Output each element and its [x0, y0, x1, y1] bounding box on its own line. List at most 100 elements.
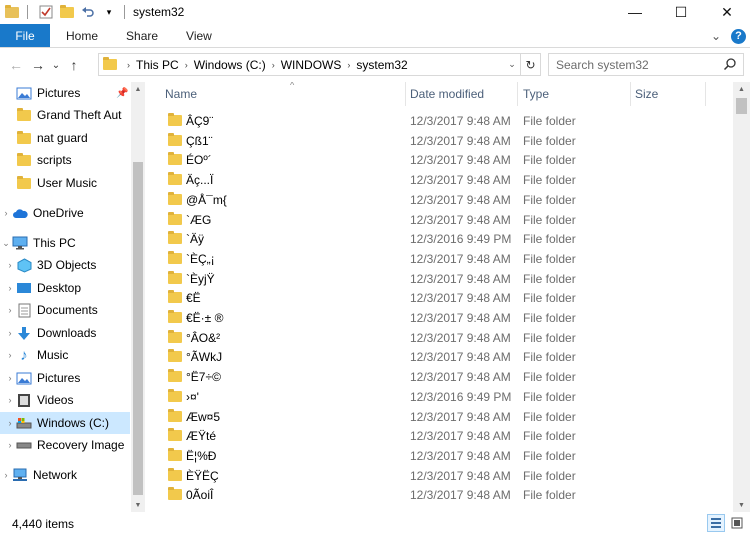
nav-item-downloads[interactable]: › Downloads — [0, 322, 130, 344]
undo-icon[interactable] — [79, 2, 97, 22]
nav-item-scripts[interactable]: scripts — [0, 149, 130, 171]
nav-item-onedrive[interactable]: › OneDrive — [0, 202, 130, 224]
large-icons-view-icon[interactable] — [728, 514, 746, 532]
maximize-button[interactable]: ☐ — [658, 0, 704, 24]
breadcrumb-windows-c[interactable]: Windows (C:) — [194, 58, 266, 72]
table-row[interactable]: `Äÿ 12/3/2016 9:49 PM File folder — [146, 229, 736, 249]
table-row[interactable]: ÆŸté 12/3/2017 9:48 AM File folder — [146, 426, 736, 446]
table-row[interactable]: 0ÃoiÎ 12/3/2017 9:48 AM File folder — [146, 485, 736, 505]
chevron-down-icon[interactable]: ⌄ — [0, 238, 12, 249]
chevron-right-icon[interactable]: › — [0, 470, 12, 480]
column-header-date-modified[interactable]: Date modified — [405, 82, 517, 106]
nav-item-3d-objects[interactable]: › 3D Objects — [0, 254, 130, 276]
breadcrumb-windows[interactable]: WINDOWS — [281, 58, 342, 72]
table-row[interactable]: Ë¦%Ð 12/3/2017 9:48 AM File folder — [146, 446, 736, 466]
search-icon[interactable] — [723, 57, 737, 71]
help-icon[interactable]: ? — [731, 28, 746, 44]
search-input[interactable]: Search system32 — [548, 53, 744, 76]
tab-view[interactable]: View — [172, 24, 226, 47]
folder-icon — [168, 408, 182, 422]
chevron-right-icon[interactable]: › — [4, 350, 16, 360]
new-folder-icon[interactable] — [58, 2, 76, 22]
scrollbar-thumb[interactable] — [133, 162, 143, 495]
table-row[interactable]: Äç...Ï 12/3/2017 9:48 AM File folder — [146, 170, 736, 190]
scrollbar-thumb[interactable] — [736, 98, 747, 114]
scroll-down-icon[interactable]: ▼ — [733, 498, 750, 512]
file-list-scrollbar[interactable]: ▲ ▼ — [733, 82, 750, 512]
chevron-right-icon[interactable]: › — [4, 373, 16, 383]
customize-toolbar-icon[interactable]: ▾ — [100, 2, 118, 22]
nav-item-grand-theft-auto[interactable]: Grand Theft Aut — [0, 104, 130, 126]
close-button[interactable]: ✕ — [704, 0, 750, 24]
chevron-right-icon[interactable]: › — [4, 260, 16, 270]
recent-locations-button[interactable]: ⌄ — [49, 53, 63, 77]
column-header-type[interactable]: Type — [518, 82, 630, 106]
table-row[interactable]: Æw¤5 12/3/2017 9:48 AM File folder — [146, 407, 736, 427]
breadcrumb-separator[interactable]: › — [347, 60, 350, 70]
nav-item-pictures-quick[interactable]: Pictures 📌 — [0, 82, 130, 104]
scroll-down-icon[interactable]: ▼ — [131, 498, 145, 512]
chevron-right-icon[interactable]: › — [4, 283, 16, 293]
column-header-size[interactable]: Size — [630, 82, 706, 106]
table-row[interactable]: °Ë7÷© 12/3/2017 9:48 AM File folder — [146, 367, 736, 387]
nav-item-videos[interactable]: › Videos — [0, 389, 130, 411]
nav-item-this-pc[interactable]: ⌄ This PC — [0, 232, 130, 254]
nav-item-documents[interactable]: › Documents — [0, 299, 130, 321]
folder-icon — [168, 369, 182, 383]
chevron-right-icon[interactable]: › — [4, 395, 16, 405]
desktop-icon — [16, 281, 32, 295]
breadcrumb-this-pc[interactable]: This PC — [136, 58, 179, 72]
nav-item-desktop[interactable]: › Desktop — [0, 277, 130, 299]
table-row[interactable]: @Å¯m{12/3/2017 9:48 AM File folder — [146, 190, 736, 210]
expand-ribbon-icon[interactable]: ⌄ — [711, 29, 721, 43]
table-row[interactable]: ÈŸËÇ 12/3/2017 9:48 AM File folder — [146, 466, 736, 486]
address-bar[interactable]: › This PC › Windows (C:) › WINDOWS › sys… — [98, 53, 541, 76]
tab-home[interactable]: Home — [50, 24, 112, 47]
table-row[interactable]: ÂÇ9¨ 12/3/2017 9:48 AM File folder — [146, 111, 736, 131]
chevron-right-icon[interactable]: › — [4, 440, 16, 450]
scroll-up-icon[interactable]: ▲ — [131, 82, 145, 96]
chevron-right-icon[interactable]: › — [0, 208, 12, 218]
address-dropdown-button[interactable]: ⌄ — [504, 54, 520, 75]
up-button[interactable]: ↑ — [63, 53, 85, 77]
nav-item-recovery-image[interactable]: › Recovery Image — [0, 434, 130, 456]
table-row[interactable]: ›¤' 12/3/2016 9:49 PM File folder — [146, 387, 736, 407]
nav-item-user-music[interactable]: User Music — [0, 172, 130, 194]
breadcrumb-system32[interactable]: system32 — [356, 58, 407, 72]
column-divider[interactable] — [705, 82, 706, 106]
nav-item-pictures[interactable]: › Pictures — [0, 367, 130, 389]
table-row[interactable]: °ÂO&² 12/3/2017 9:48 AM File folder — [146, 328, 736, 348]
chevron-right-icon[interactable]: › — [4, 328, 16, 338]
refresh-button[interactable]: ↻ — [520, 54, 540, 75]
nav-scrollbar[interactable]: ▲ ▼ — [131, 82, 145, 512]
table-row[interactable]: °ÃWkJ 12/3/2017 9:48 AM File folder — [146, 347, 736, 367]
breadcrumb-separator[interactable]: › — [127, 60, 130, 70]
properties-icon[interactable] — [37, 2, 55, 22]
forward-button[interactable]: → — [27, 53, 49, 77]
column-header-name[interactable]: Name ^ — [160, 82, 408, 106]
breadcrumb-separator[interactable]: › — [185, 60, 188, 70]
folder-icon — [168, 113, 182, 126]
file-date-modified: 12/3/2017 9:48 AM — [410, 291, 511, 306]
chevron-right-icon[interactable]: › — [4, 418, 16, 428]
scroll-up-icon[interactable]: ▲ — [733, 82, 750, 96]
table-row[interactable]: `ÆG 12/3/2017 9:48 AM File folder — [146, 210, 736, 230]
nav-item-windows-c[interactable]: › Windows (C:) — [0, 412, 130, 434]
nav-item-music[interactable]: › ♪ Music — [0, 344, 130, 366]
pin-icon[interactable]: 📌 — [116, 88, 128, 99]
nav-item-nat-guard[interactable]: nat guard — [0, 127, 130, 149]
chevron-right-icon[interactable]: › — [4, 305, 16, 315]
minimize-button[interactable]: — — [612, 0, 658, 24]
table-row[interactable]: `ÈyjŸ 12/3/2017 9:48 AM File folder — [146, 269, 736, 289]
tab-file[interactable]: File — [0, 24, 50, 47]
table-row[interactable]: €Ë·± ® 12/3/2017 9:48 AM File folder — [146, 308, 736, 328]
table-row[interactable]: €Ë 12/3/2017 9:48 AM File folder — [146, 288, 736, 308]
breadcrumb-separator[interactable]: › — [272, 60, 275, 70]
table-row[interactable]: ÉOº´ 12/3/2017 9:48 AM File folder — [146, 150, 736, 170]
back-button[interactable]: ← — [5, 53, 27, 77]
tab-share[interactable]: Share — [112, 24, 172, 47]
nav-item-network[interactable]: › Network — [0, 464, 130, 486]
details-view-icon[interactable] — [707, 514, 725, 532]
table-row[interactable]: `ÈÇ„¡ 12/3/2017 9:48 AM File folder — [146, 249, 736, 269]
table-row[interactable]: Çß1¨ 12/3/2017 9:48 AM File folder — [146, 131, 736, 151]
